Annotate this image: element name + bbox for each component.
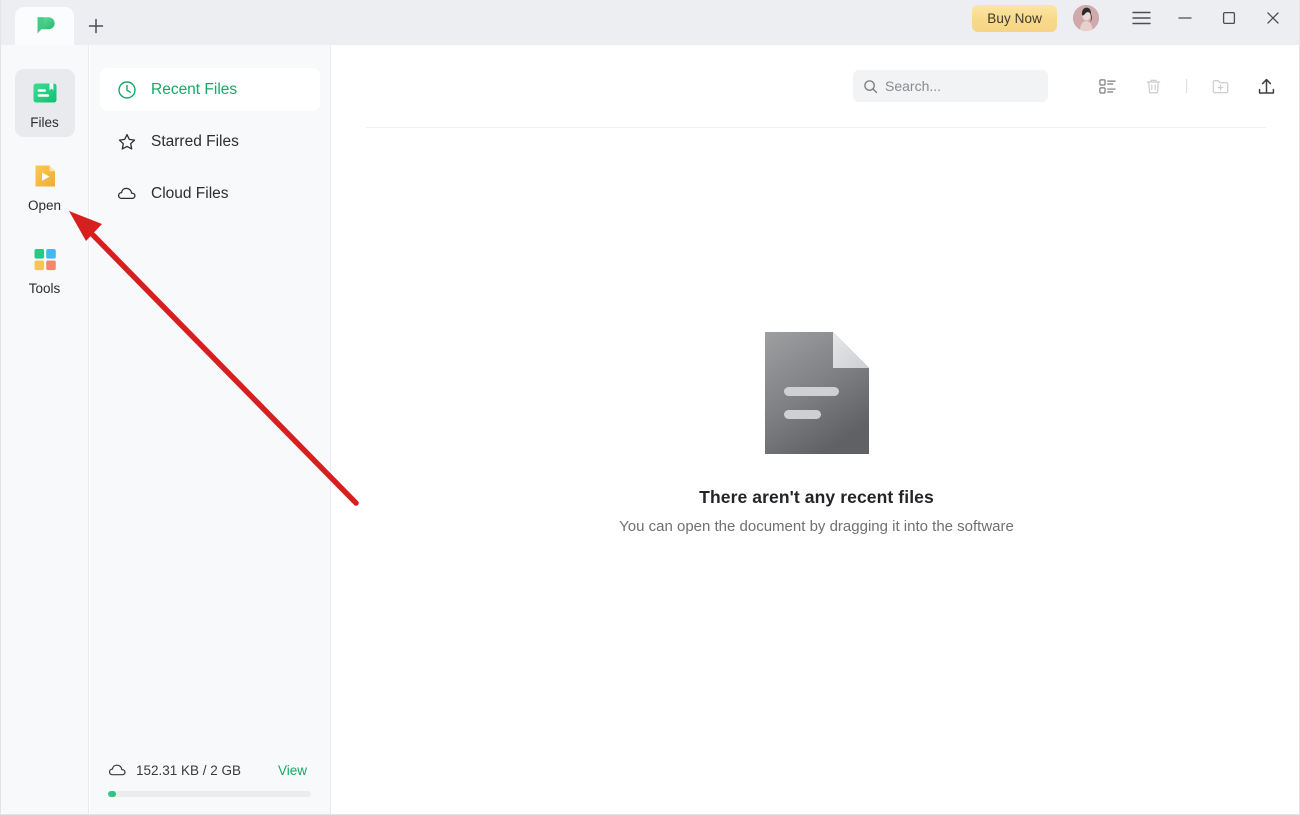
storage-progress-bar [108, 791, 311, 797]
rail-item-open[interactable]: Open [15, 152, 75, 220]
nav-panel: Recent Files Starred Files Cloud Files 1… [90, 45, 331, 814]
app-logo-icon [37, 17, 55, 34]
minimize-button[interactable] [1163, 0, 1207, 45]
left-rail: Files Open Tools [1, 45, 89, 814]
sidebar-item-recent-files[interactable]: Recent Files [100, 68, 320, 111]
plus-icon [88, 18, 104, 34]
upload-icon [1258, 78, 1274, 94]
title-bar-controls: Buy Now [972, 0, 1299, 45]
sidebar-item-label: Cloud Files [151, 184, 229, 202]
clock-icon [118, 80, 136, 99]
sidebar-item-label: Starred Files [151, 132, 239, 150]
toolbar-bottom-divider [366, 127, 1266, 128]
sidebar-item-label: Recent Files [151, 80, 238, 98]
rail-item-label: Tools [28, 281, 61, 296]
empty-state-title: There aren't any recent files [699, 487, 934, 507]
avatar-image [1073, 5, 1099, 31]
close-button[interactable] [1251, 0, 1295, 45]
title-bar: Buy Now [1, 0, 1299, 45]
tab-strip [1, 0, 118, 45]
storage-row: 152.31 KB / 2 GB View [108, 761, 313, 780]
toolbar-divider [1186, 79, 1187, 93]
rail-item-label: Open [27, 198, 62, 213]
search-input[interactable] [885, 78, 1035, 94]
search-box[interactable] [853, 70, 1048, 102]
sidebar-item-cloud-files[interactable]: Cloud Files [100, 172, 320, 215]
app-tab[interactable] [15, 7, 74, 45]
application-window: Buy Now Files Open Tools Recent Files St… [0, 0, 1300, 815]
avatar[interactable] [1073, 5, 1099, 31]
main-content: There aren't any recent files You can op… [332, 45, 1299, 814]
empty-state: There aren't any recent files You can op… [332, 332, 1299, 535]
rail-item-tools[interactable]: Tools [15, 235, 75, 303]
storage-indicator: 152.31 KB / 2 GB View [90, 761, 331, 797]
buy-now-button[interactable]: Buy Now [972, 4, 1057, 32]
menu-button[interactable] [1119, 0, 1163, 45]
new-folder-button[interactable] [1207, 73, 1233, 99]
close-icon [1267, 12, 1279, 24]
new-tab-button[interactable] [74, 7, 118, 45]
empty-state-subtitle: You can open the document by dragging it… [619, 518, 1014, 535]
sidebar-item-starred-files[interactable]: Starred Files [100, 120, 320, 163]
upload-button[interactable] [1253, 73, 1279, 99]
cloud-icon [117, 187, 136, 199]
cloud-icon [108, 764, 126, 776]
nav-list: Recent Files Starred Files Cloud Files [90, 45, 330, 215]
files-icon [33, 83, 56, 103]
new-folder-icon [1212, 79, 1228, 93]
list-view-button[interactable] [1094, 73, 1120, 99]
trash-button[interactable] [1140, 73, 1166, 99]
minimize-icon [1178, 17, 1192, 19]
rail-item-files[interactable]: Files [14, 69, 75, 137]
storage-progress-fill [108, 791, 117, 797]
hamburger-menu-icon [1131, 11, 1151, 25]
open-file-icon [35, 165, 55, 187]
maximize-button[interactable] [1207, 0, 1251, 45]
list-view-icon [1098, 78, 1116, 94]
storage-usage-text: 152.31 KB / 2 GB [136, 763, 242, 778]
content-toolbar [332, 45, 1299, 127]
document-placeholder-icon [764, 332, 869, 454]
tools-grid-icon [34, 249, 56, 271]
trash-icon [1146, 79, 1160, 93]
storage-view-link[interactable]: View [278, 763, 313, 778]
search-icon [864, 79, 878, 93]
star-icon [118, 133, 136, 150]
rail-item-label: Files [30, 115, 59, 130]
maximize-icon [1222, 11, 1236, 25]
